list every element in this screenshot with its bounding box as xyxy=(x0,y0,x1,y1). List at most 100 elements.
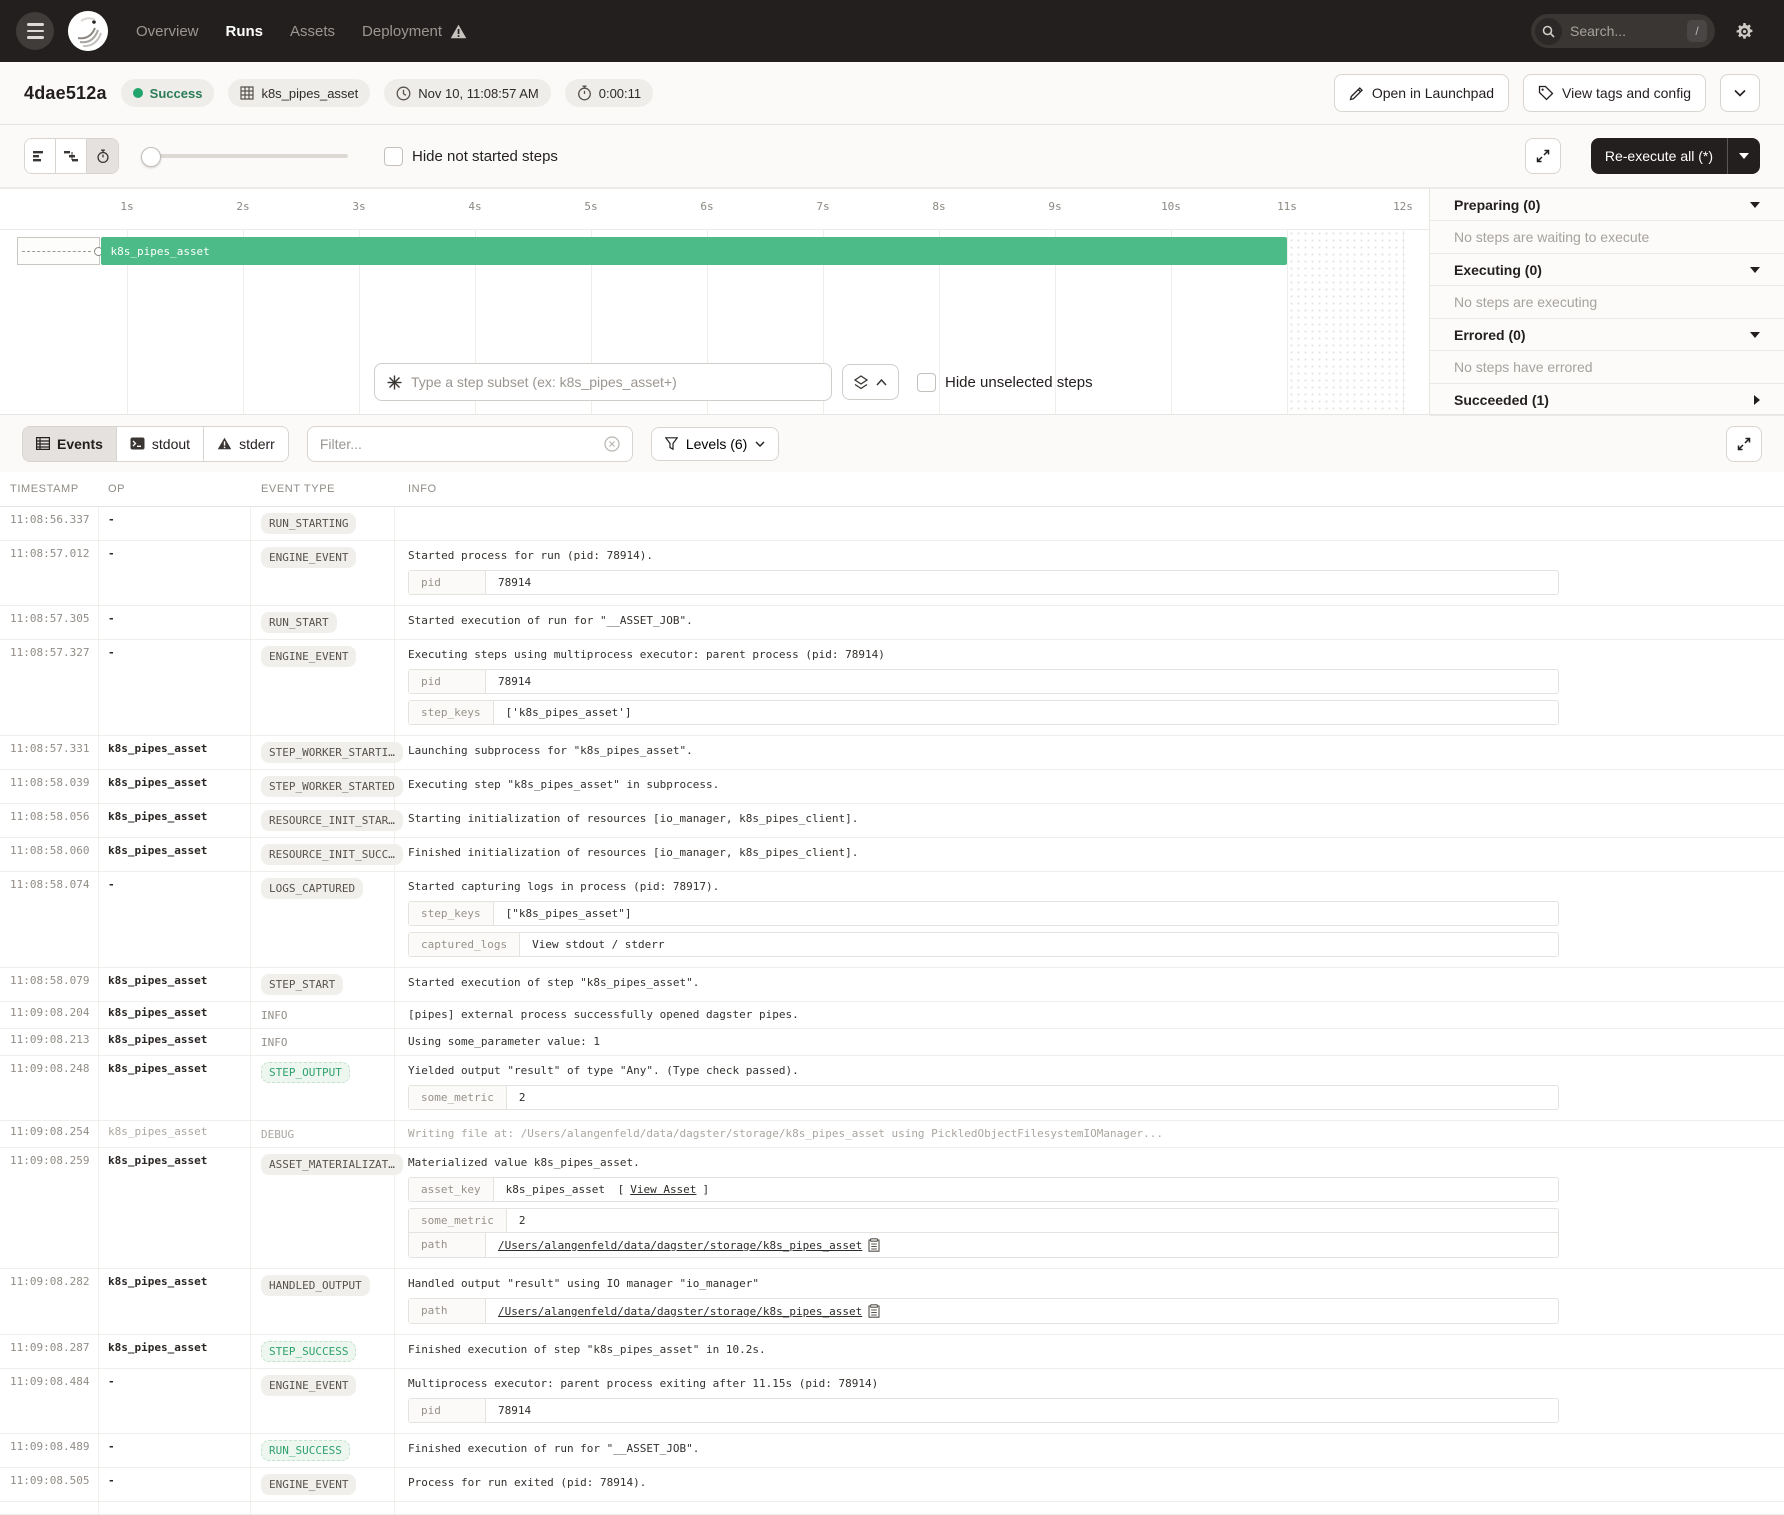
reexecute-menu-caret[interactable] xyxy=(1727,138,1760,174)
open-in-launchpad-button[interactable]: Open in Launchpad xyxy=(1334,74,1509,112)
event-metadata-table: pid78914 xyxy=(408,1398,1559,1423)
event-type-cell: LOGS_CAPTURED xyxy=(251,872,395,967)
tab-stderr[interactable]: stderr xyxy=(204,427,288,461)
table-row[interactable]: 11:09:08.254k8s_pipes_assetDEBUGWriting … xyxy=(0,1121,1784,1148)
search-shortcut-key: / xyxy=(1687,20,1707,42)
view-asset-link[interactable]: View Asset xyxy=(630,1183,696,1196)
nav-deployment[interactable]: Deployment xyxy=(362,23,467,40)
hide-unselected-checkbox[interactable] xyxy=(917,373,936,392)
metadata-value: k8s_pipes_asset [View Asset] xyxy=(494,1178,721,1201)
panel-section-label: Errored (0) xyxy=(1454,327,1526,343)
table-row[interactable]: 11:08:58.079k8s_pipes_assetSTEP_STARTSta… xyxy=(0,968,1784,1002)
clock-icon xyxy=(396,86,411,101)
table-row[interactable]: 11:08:58.060k8s_pipes_assetRESOURCE_INIT… xyxy=(0,838,1784,872)
table-row[interactable]: 11:08:58.039k8s_pipes_assetSTEP_WORKER_S… xyxy=(0,770,1784,804)
table-row[interactable]: 11:08:58.056k8s_pipes_assetRESOURCE_INIT… xyxy=(0,804,1784,838)
event-type-badge: ENGINE_EVENT xyxy=(261,547,356,568)
copy-icon[interactable] xyxy=(868,1238,880,1252)
search-input[interactable]: Search... / xyxy=(1531,14,1715,48)
event-metadata-table: step_keys["k8s_pipes_asset"] xyxy=(408,901,1559,926)
gantt-fullscreen-button[interactable] xyxy=(1525,138,1561,174)
duration-tag[interactable]: 0:00:11 xyxy=(565,79,653,107)
run-actions-menu-button[interactable] xyxy=(1720,74,1760,112)
event-op: k8s_pipes_asset xyxy=(99,770,251,803)
slider-thumb[interactable] xyxy=(141,147,161,167)
panel-empty-message: No steps have errored xyxy=(1430,351,1784,384)
nav-runs[interactable]: Runs xyxy=(226,23,264,40)
table-row[interactable]: 11:09:08.259k8s_pipes_assetASSET_MATERIA… xyxy=(0,1148,1784,1269)
run-id: 4dae512a xyxy=(24,83,107,104)
event-info-text: [pipes] external process successfully op… xyxy=(408,1006,1784,1023)
start-time-tag[interactable]: Nov 10, 11:08:57 AM xyxy=(384,79,550,107)
table-row[interactable]: 11:09:08.484-ENGINE_EVENTMultiprocess ex… xyxy=(0,1369,1784,1434)
event-info-cell: Executing steps using multiprocess execu… xyxy=(395,640,1784,735)
gantt-step-bar[interactable]: k8s_pipes_asset xyxy=(101,237,1286,265)
panel-section-preparing[interactable]: Preparing (0) xyxy=(1430,189,1784,221)
status-badge[interactable]: Success xyxy=(121,79,215,107)
hide-not-started-label[interactable]: Hide not started steps xyxy=(412,148,558,165)
view-tags-config-button[interactable]: View tags and config xyxy=(1523,74,1706,112)
event-timestamp xyxy=(0,1502,99,1514)
table-icon xyxy=(36,437,50,450)
settings-gear-icon[interactable] xyxy=(1729,21,1760,42)
table-row[interactable]: 11:09:08.489-RUN_SUCCESSFinished executi… xyxy=(0,1434,1784,1468)
panel-section-executing[interactable]: Executing (0) xyxy=(1430,254,1784,286)
table-row[interactable]: 11:09:08.287k8s_pipes_assetSTEP_SUCCESSF… xyxy=(0,1335,1784,1369)
metadata-key: step_keys xyxy=(409,701,494,724)
gantt-tick-label: 6s xyxy=(700,200,713,213)
table-row[interactable] xyxy=(0,1502,1784,1515)
clear-filter-icon[interactable] xyxy=(604,436,620,452)
table-row[interactable]: 11:08:57.331k8s_pipes_assetSTEP_WORKER_S… xyxy=(0,736,1784,770)
event-op: k8s_pipes_asset xyxy=(99,968,251,1001)
waterfall-view-button[interactable] xyxy=(56,139,87,173)
hide-unselected-label[interactable]: Hide unselected steps xyxy=(945,374,1093,391)
metadata-path-link[interactable]: /Users/alangenfeld/data/dagster/storage/… xyxy=(498,1239,862,1252)
table-row[interactable]: 11:09:08.282k8s_pipes_assetHANDLED_OUTPU… xyxy=(0,1269,1784,1335)
primary-nav: Overview Runs Assets Deployment xyxy=(136,23,467,40)
reexecute-all-button[interactable]: Re-execute all (*) xyxy=(1591,138,1760,174)
table-row[interactable]: 11:09:08.505-ENGINE_EVENTProcess for run… xyxy=(0,1468,1784,1502)
table-row[interactable]: 11:08:57.305-RUN_STARTStarted execution … xyxy=(0,606,1784,640)
event-type-cell: DEBUG xyxy=(251,1121,395,1147)
event-timestamp: 11:08:58.074 xyxy=(0,872,99,967)
table-row[interactable]: 11:09:08.204k8s_pipes_assetINFO[pipes] e… xyxy=(0,1002,1784,1029)
table-row[interactable]: 11:08:57.012-ENGINE_EVENTStarted process… xyxy=(0,541,1784,606)
tab-stdout[interactable]: stdout xyxy=(117,427,204,461)
table-row[interactable]: 11:08:58.074-LOGS_CAPTUREDStarted captur… xyxy=(0,872,1784,968)
event-info-cell: Starting initialization of resources [io… xyxy=(395,804,1784,837)
event-type-cell: ENGINE_EVENT xyxy=(251,1468,395,1501)
nav-assets[interactable]: Assets xyxy=(290,23,335,40)
event-op: k8s_pipes_asset xyxy=(99,1002,251,1028)
tab-events[interactable]: Events xyxy=(23,427,117,461)
event-type-badge: INFO xyxy=(261,1009,288,1022)
table-row[interactable]: 11:08:57.327-ENGINE_EVENTExecuting steps… xyxy=(0,640,1784,736)
log-filter-input[interactable]: Filter... xyxy=(307,426,633,462)
menu-button[interactable] xyxy=(16,12,54,50)
view-logs-link[interactable]: View stdout / stderr xyxy=(532,938,664,951)
event-op: - xyxy=(99,872,251,967)
hide-not-started-checkbox[interactable] xyxy=(384,147,403,166)
flat-view-button[interactable] xyxy=(25,139,56,173)
step-subset-placeholder: Type a step subset (ex: k8s_pipes_asset+… xyxy=(411,374,677,390)
gantt-zoom-slider[interactable] xyxy=(143,154,348,158)
timed-view-button[interactable] xyxy=(87,139,118,173)
table-row[interactable]: 11:09:08.213k8s_pipes_assetINFOUsing som… xyxy=(0,1029,1784,1056)
table-row[interactable]: 11:08:56.337-RUN_STARTING xyxy=(0,507,1784,541)
panel-section-succeeded[interactable]: Succeeded (1) xyxy=(1430,384,1784,416)
step-subset-input[interactable]: Type a step subset (ex: k8s_pipes_asset+… xyxy=(374,363,832,401)
metadata-path-link[interactable]: /Users/alangenfeld/data/dagster/storage/… xyxy=(498,1305,862,1318)
event-info-text: Starting initialization of resources [io… xyxy=(408,810,1784,827)
warning-icon xyxy=(450,24,467,39)
job-name-tag[interactable]: k8s_pipes_asset xyxy=(228,79,370,107)
table-row[interactable]: 11:09:08.248k8s_pipes_assetSTEP_OUTPUTYi… xyxy=(0,1056,1784,1121)
dagster-logo-icon[interactable] xyxy=(68,11,108,51)
graph-query-toggle-button[interactable] xyxy=(842,364,899,400)
event-metadata-table: captured_logsView stdout / stderr xyxy=(408,932,1559,957)
levels-dropdown[interactable]: Levels (6) xyxy=(651,427,779,461)
nav-overview[interactable]: Overview xyxy=(136,23,199,40)
copy-icon[interactable] xyxy=(868,1304,880,1318)
event-info-cell: Started execution of run for "__ASSET_JO… xyxy=(395,606,1784,639)
log-fullscreen-button[interactable] xyxy=(1726,426,1762,462)
panel-section-errored[interactable]: Errored (0) xyxy=(1430,319,1784,351)
console-icon xyxy=(130,437,145,450)
